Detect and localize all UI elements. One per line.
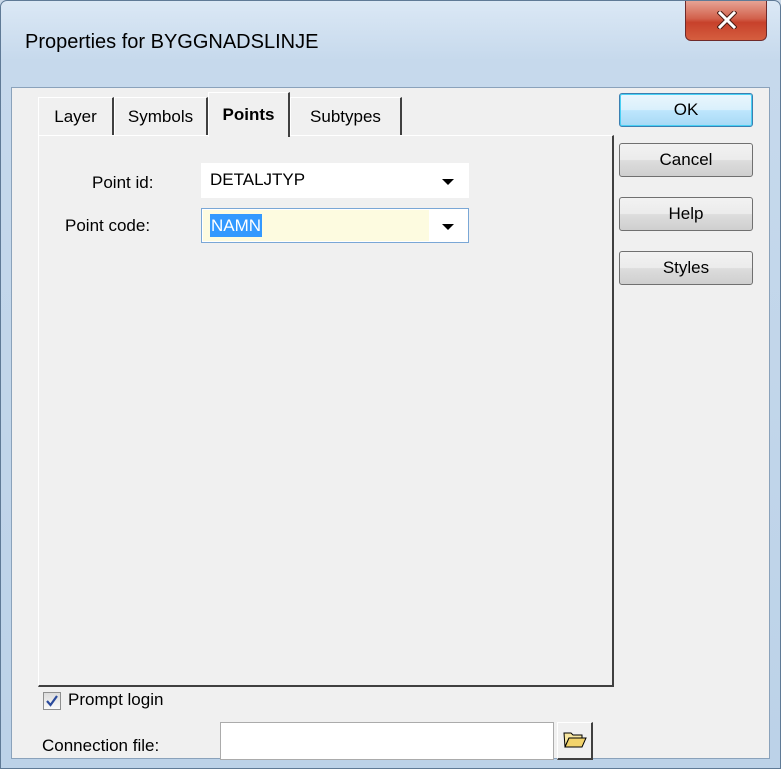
title-bar[interactable]: Properties for BYGGNADSLINJE	[1, 1, 780, 87]
point-code-label: Point code:	[65, 216, 151, 235]
tab-label: Subtypes	[310, 106, 381, 126]
checkmark-icon	[46, 695, 58, 707]
points-tab-panel: Point id: DETALJTYP Point code: NAMN	[38, 135, 614, 687]
styles-button[interactable]: Styles	[619, 251, 753, 285]
prompt-login-checkbox[interactable]	[43, 692, 61, 710]
point-id-value: DETALJTYP	[210, 170, 306, 189]
tab-label: Points	[222, 105, 275, 124]
tab-layer[interactable]: Layer	[38, 97, 114, 135]
connection-file-label: Connection file:	[42, 736, 160, 755]
chevron-down-icon[interactable]	[442, 224, 454, 230]
folder-open-icon	[563, 732, 587, 748]
prompt-login-label: Prompt login	[68, 690, 164, 709]
tab-label: Symbols	[127, 106, 194, 126]
connection-file-input[interactable]	[220, 722, 554, 760]
help-button[interactable]: Help	[619, 197, 753, 231]
cancel-button[interactable]: Cancel	[619, 143, 753, 177]
window-title: Properties for BYGGNADSLINJE	[25, 31, 319, 53]
properties-dialog: Properties for BYGGNADSLINJE Layer Symbo…	[0, 0, 781, 769]
point-id-combobox[interactable]: DETALJTYP	[201, 163, 469, 198]
tab-subtypes[interactable]: Subtypes	[290, 97, 402, 135]
chevron-down-icon[interactable]	[442, 179, 454, 185]
ok-button[interactable]: OK	[619, 93, 753, 127]
point-id-label: Point id:	[92, 173, 154, 192]
tab-symbols[interactable]: Symbols	[114, 97, 208, 135]
close-icon	[717, 11, 737, 29]
close-button[interactable]	[685, 1, 767, 41]
dialog-client-area: Layer Symbols Points Subtypes Point id: …	[11, 87, 770, 760]
tab-points[interactable]: Points	[208, 92, 290, 137]
point-code-value: NAMN	[210, 214, 263, 237]
point-code-combobox[interactable]: NAMN	[201, 208, 469, 243]
tab-label: Layer	[54, 106, 97, 126]
browse-button[interactable]	[557, 722, 593, 760]
